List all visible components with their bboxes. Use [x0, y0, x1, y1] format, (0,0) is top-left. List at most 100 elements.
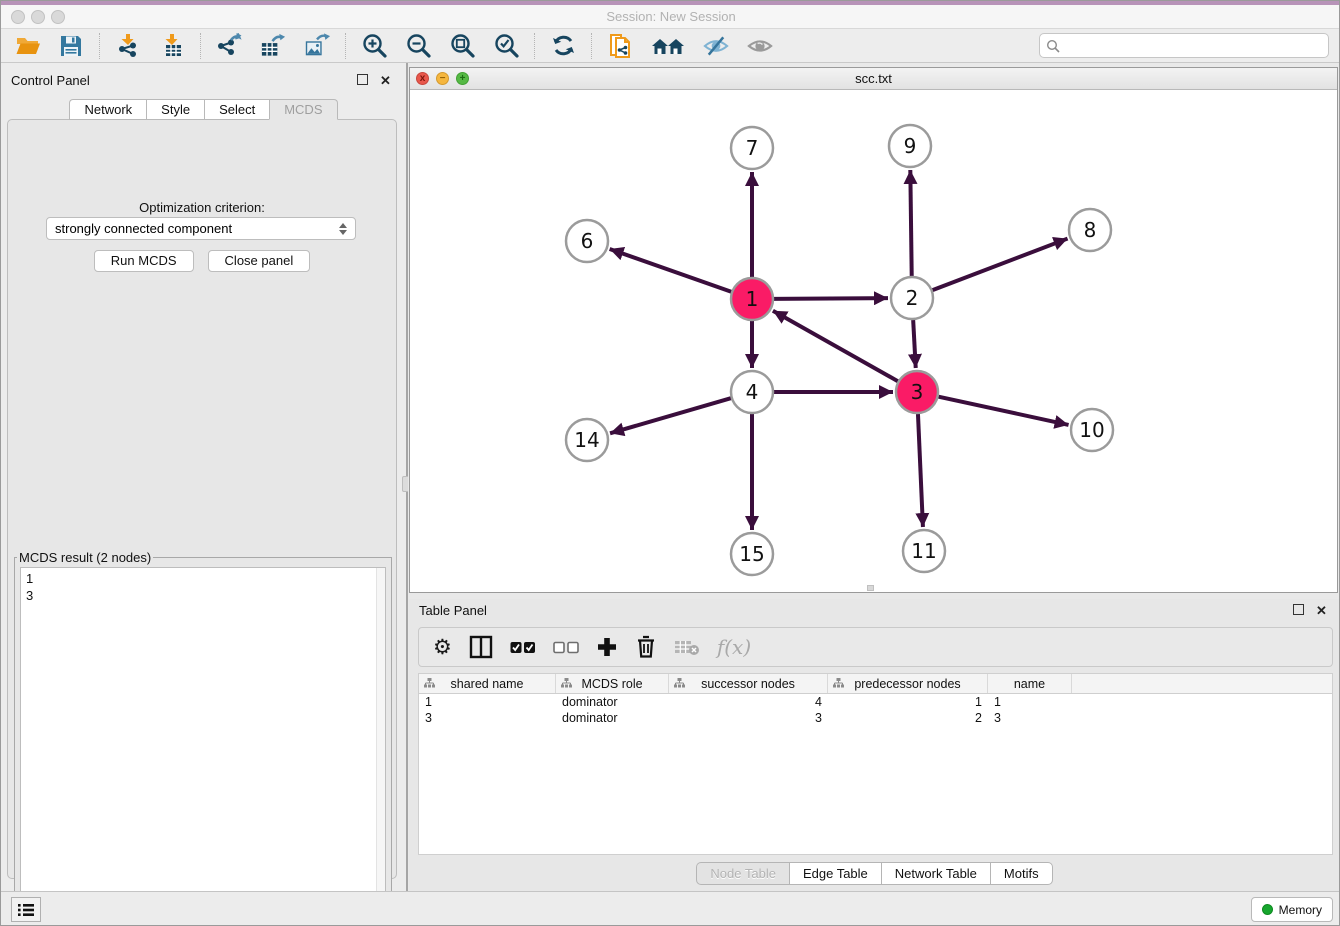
table-cell[interactable]: 2 — [828, 710, 988, 726]
import-table-icon[interactable] — [158, 32, 186, 60]
table-tabs: Node Table Edge Table Network Table Moti… — [409, 862, 1340, 885]
search-icon — [1046, 39, 1060, 53]
tab-select[interactable]: Select — [204, 99, 269, 120]
show-all-eye-icon[interactable] — [746, 32, 774, 60]
criterion-select[interactable]: strongly connected component — [46, 217, 356, 240]
export-table-icon[interactable] — [259, 32, 287, 60]
main-toolbar — [1, 29, 1340, 63]
zoom-fit-icon[interactable] — [448, 32, 476, 60]
table-panel-title: Table Panel — [419, 603, 487, 618]
graph-edge-4-14[interactable] — [610, 398, 731, 433]
clone-network-icon[interactable] — [606, 32, 634, 60]
table-cell[interactable]: 3 — [419, 710, 556, 726]
tab-style[interactable]: Style — [146, 99, 204, 120]
graph-node-label-15: 15 — [739, 542, 764, 566]
memory-label: Memory — [1279, 903, 1322, 917]
table-cell[interactable]: 1 — [988, 694, 1072, 710]
tab-mcds[interactable]: MCDS — [269, 99, 337, 120]
optimization-criterion-label: Optimization criterion: — [8, 200, 396, 215]
application-window: Session: New Session — [0, 0, 1340, 926]
tab-network-table[interactable]: Network Table — [881, 862, 990, 885]
hide-selected-eye-icon[interactable] — [702, 32, 730, 60]
home-layout-icon[interactable] — [650, 32, 686, 60]
import-network-icon[interactable] — [114, 32, 142, 60]
task-history-button[interactable] — [11, 897, 41, 922]
column-header-predecessor-nodes[interactable]: predecessor nodes — [828, 674, 988, 693]
table-row[interactable]: 1dominator411 — [419, 694, 1332, 710]
tab-motifs[interactable]: Motifs — [990, 862, 1053, 885]
run-mcds-button[interactable]: Run MCDS — [94, 250, 194, 272]
export-image-icon[interactable] — [303, 32, 331, 60]
network-window-titlebar[interactable]: x − + scc.txt — [410, 68, 1337, 90]
table-cell[interactable]: 3 — [988, 710, 1072, 726]
graph-node-label-2: 2 — [906, 286, 919, 310]
main-titlebar: Session: New Session — [1, 5, 1340, 29]
graph-edge-1-2[interactable] — [774, 298, 888, 299]
unselect-all-icon[interactable] — [553, 634, 579, 660]
column-selector-icon[interactable] — [469, 634, 493, 660]
list-icon — [17, 903, 35, 917]
column-header-name[interactable]: name — [988, 674, 1072, 693]
table-cell[interactable]: 3 — [669, 710, 828, 726]
attribute-type-icon — [833, 678, 844, 692]
memory-status-icon — [1262, 904, 1273, 915]
status-bar: Memory — [1, 891, 1340, 926]
graph-edge-3-11[interactable] — [918, 414, 923, 527]
attribute-type-icon — [424, 678, 435, 692]
select-all-icon[interactable] — [510, 634, 536, 660]
table-settings-gear-icon[interactable]: ⚙ — [433, 634, 452, 660]
graph-edge-1-6[interactable] — [610, 249, 732, 292]
zoom-out-icon[interactable] — [404, 32, 432, 60]
graph-node-label-7: 7 — [746, 136, 759, 160]
table-cell[interactable]: 1 — [828, 694, 988, 710]
table-close-panel-icon[interactable]: ✕ — [1315, 604, 1328, 617]
delete-table-icon[interactable] — [674, 634, 700, 660]
graph-edge-2-8[interactable] — [933, 239, 1068, 291]
column-header-mcds-role[interactable]: MCDS role — [556, 674, 669, 693]
control-panel-tabs: Network Style Select MCDS — [1, 99, 406, 120]
graph-node-label-10: 10 — [1079, 418, 1104, 442]
table-cell[interactable]: dominator — [556, 710, 669, 726]
network-view-window: x − + scc.txt 7968124314101511 — [409, 67, 1338, 593]
network-graph-canvas[interactable]: 7968124314101511 — [410, 90, 1337, 592]
graph-edge-2-3[interactable] — [913, 320, 916, 368]
table-cell[interactable]: dominator — [556, 694, 669, 710]
memory-button[interactable]: Memory — [1251, 897, 1333, 922]
close-panel-button[interactable]: Close panel — [208, 250, 311, 272]
table-cell[interactable]: 4 — [669, 694, 828, 710]
close-panel-icon[interactable]: ✕ — [379, 74, 392, 87]
zoom-in-icon[interactable] — [360, 32, 388, 60]
table-body[interactable]: 1dominator4113dominator323 — [419, 694, 1332, 726]
refresh-icon[interactable] — [549, 32, 577, 60]
float-panel-icon[interactable] — [357, 74, 370, 87]
mcds-panel: Optimization criterion: strongly connect… — [7, 119, 397, 879]
session-title: Session: New Session — [1, 9, 1340, 24]
workspace-area: x − + scc.txt 7968124314101511 Table Pan… — [408, 63, 1340, 891]
graph-edge-2-9[interactable] — [910, 170, 911, 276]
function-builder-icon[interactable]: f(x) — [717, 634, 751, 660]
add-column-icon[interactable] — [596, 634, 618, 660]
search-box — [1039, 33, 1329, 58]
mcds-result-textarea[interactable]: 1 3 — [20, 567, 386, 925]
tab-node-table[interactable]: Node Table — [696, 862, 789, 885]
table-cell[interactable]: 1 — [419, 694, 556, 710]
mcds-result-title: MCDS result (2 nodes) — [17, 550, 153, 565]
delete-column-trash-icon[interactable] — [635, 634, 657, 660]
open-folder-icon[interactable] — [13, 32, 41, 60]
table-float-panel-icon[interactable] — [1293, 604, 1306, 617]
table-row[interactable]: 3dominator323 — [419, 710, 1332, 726]
tab-edge-table[interactable]: Edge Table — [789, 862, 881, 885]
graph-node-label-9: 9 — [904, 134, 917, 158]
graph-edge-3-1[interactable] — [773, 311, 898, 381]
zoom-selected-icon[interactable] — [492, 32, 520, 60]
export-network-icon[interactable] — [215, 32, 243, 60]
result-scrollbar[interactable] — [376, 568, 385, 924]
save-session-icon[interactable] — [57, 32, 85, 60]
tab-network[interactable]: Network — [69, 99, 146, 120]
canvas-resize-handle[interactable] — [867, 585, 874, 591]
search-input[interactable] — [1065, 38, 1322, 53]
graph-edge-3-10[interactable] — [938, 397, 1068, 425]
node-table: shared name MCDS role successor nodes pr… — [418, 673, 1333, 855]
column-header-successor-nodes[interactable]: successor nodes — [669, 674, 828, 693]
column-header-shared-name[interactable]: shared name — [419, 674, 556, 693]
